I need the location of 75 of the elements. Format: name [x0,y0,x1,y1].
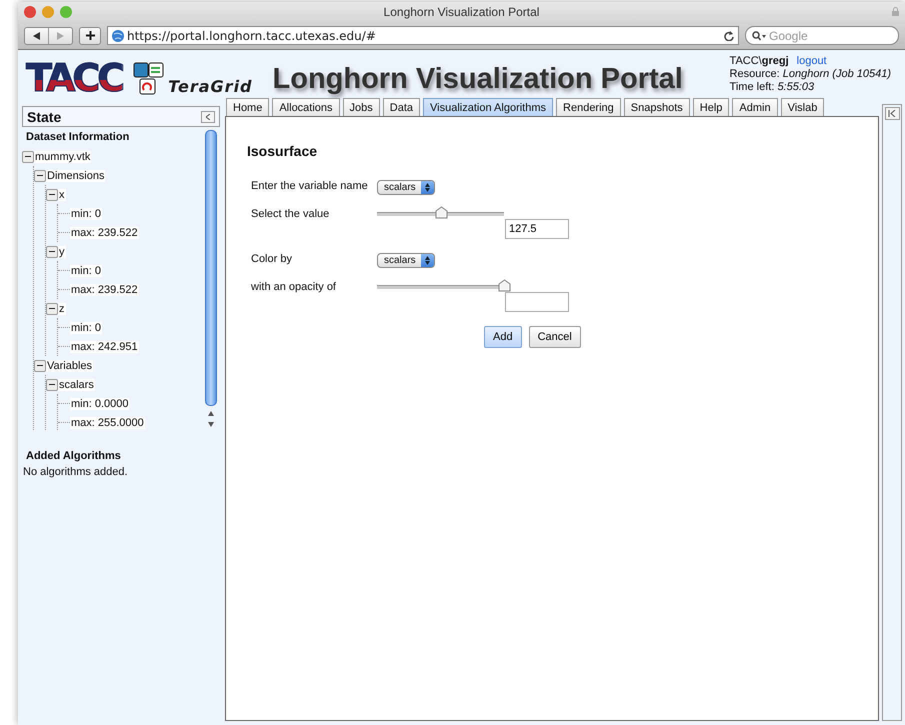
tab[interactable]: Snapshots [624,98,690,116]
forward-icon [57,32,64,40]
collapse-toggle[interactable] [46,246,58,258]
reload-icon[interactable] [724,30,734,40]
tab[interactable]: Data [382,98,420,116]
tab[interactable]: Help [692,98,730,116]
lock-icon [892,7,899,16]
collapse-button[interactable] [201,110,215,122]
empty-message: No algorithms added. [23,466,129,478]
chevron-left-icon [206,114,210,120]
logo: TeraGrid [168,77,253,96]
portal-title: Longhorn Visualization Portal [272,62,683,96]
collapse-toggle[interactable] [34,360,46,372]
dropdown[interactable]: scalars [377,253,435,268]
plus-icon [86,31,94,40]
tree-item[interactable]: max: 242.951 [70,340,139,352]
tab[interactable]: Home [226,98,270,116]
user-name: TACC\gregj [730,55,789,67]
expand-button[interactable] [884,107,900,120]
tab[interactable]: Rendering [556,98,621,116]
updown-icon [424,183,430,192]
tree-item[interactable]: min: 0 [70,322,102,334]
tree-item[interactable]: scalars [58,378,95,390]
window-title: Longhorn Visualization Portal [384,5,540,19]
input-field[interactable]: 127.5 [505,219,569,239]
panel-title: State [27,108,62,124]
field-label: Select the value [251,208,330,220]
field-label: Color by [251,253,293,265]
tree-item[interactable]: y [58,246,66,258]
close-icon[interactable] [24,6,36,18]
tab[interactable]: Visualization Algorithms [423,98,554,116]
globe-icon [112,30,124,42]
tree-item[interactable]: Dimensions [46,170,106,182]
form-button[interactable]: Add [484,326,522,348]
collapse-toggle[interactable] [22,150,34,162]
back-icon [33,32,40,40]
teragrid-logo-icon [132,62,166,96]
slider[interactable] [377,279,511,292]
address-field[interactable]: https://portal.longhorn.tacc.utexas.edu/# [107,26,739,45]
search-field[interactable]: Google [745,26,899,45]
field-label: with an opacity of [251,281,337,293]
collapse-toggle[interactable] [46,302,58,314]
collapse-toggle[interactable] [46,378,58,390]
tree-item[interactable]: max: 239.522 [70,284,139,296]
slider-thumb[interactable] [434,206,448,219]
tree-item[interactable]: z [58,302,66,314]
logout-link[interactable]: logout [796,55,827,67]
collapse-toggle[interactable] [46,188,58,200]
form-title: Isosurface [247,143,318,159]
slider-thumb[interactable] [498,279,511,292]
time-left-text: Time left: 5:55:03 [730,81,814,94]
tree-item[interactable]: max: 239.522 [70,226,139,238]
input-field[interactable] [505,292,569,312]
updown-icon [424,256,430,265]
tree-item[interactable]: min: 0.0000 [70,398,130,410]
tab[interactable]: Allocations [272,98,340,116]
collapse-toggle[interactable] [34,170,46,182]
resource-text: Resource: Longhorn (Job 10541) [730,68,891,81]
tree-item[interactable]: min: 0 [70,264,102,276]
tab[interactable]: Admin [732,98,778,116]
section-title: Dataset Information [25,130,130,145]
tree-item[interactable]: Variables [46,360,94,372]
tree-item[interactable]: min: 0 [70,208,102,220]
dropdown[interactable]: scalars [377,180,435,195]
section-title: Added Algorithms [26,450,122,462]
add-bookmark-button[interactable] [79,26,101,44]
tree-item[interactable]: x [58,188,66,200]
expand-panel-icon [888,110,896,117]
form-button[interactable]: Cancel [528,326,581,348]
tree-item[interactable]: mummy.vtk [34,150,92,162]
tab[interactable]: Vislab [780,98,824,116]
tab[interactable]: Jobs [342,98,380,116]
search-icon[interactable] [752,30,766,40]
field-label: Enter the variable name [251,180,369,192]
tree-item[interactable]: max: 255.0000 [70,416,145,428]
